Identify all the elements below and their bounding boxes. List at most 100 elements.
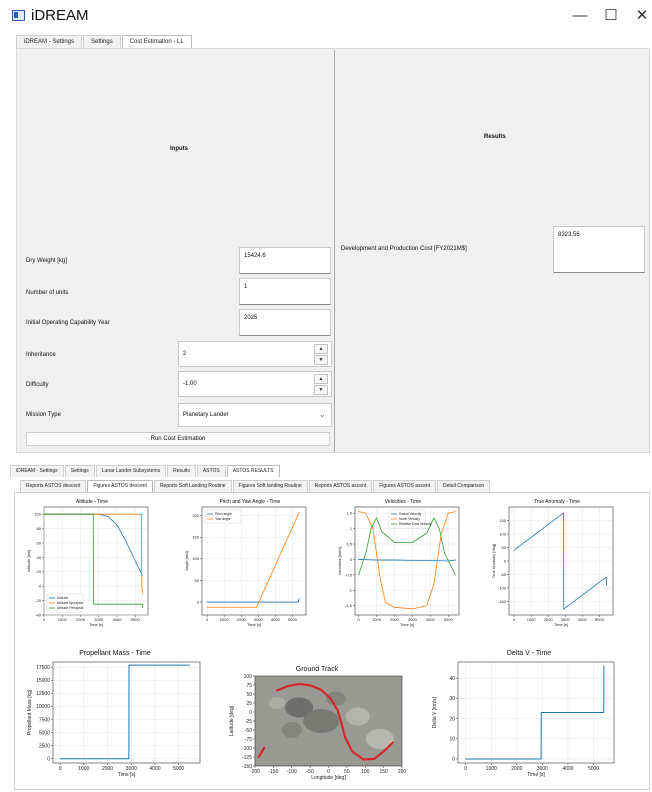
y-tick-label: 150 [499,518,506,523]
tab-figures-astos-ascent[interactable]: Figures ASTOS ascent [373,480,437,492]
x-tick-label: 150 [379,769,388,775]
map-terrain [325,691,346,706]
y-tick-label: -100 [242,746,252,752]
y-tick-label: 5000 [39,730,50,736]
run-cost-estimation-button[interactable]: Run Cost Estimation [26,432,330,446]
y-tick-label: 1.5 [346,511,352,516]
tab-reports-astos-descent[interactable]: Reports ASTOS descent [20,480,87,492]
app-icon [12,10,25,21]
x-tick-label: 0 [513,617,516,622]
series-line-0 [206,598,300,603]
cost-result-field[interactable]: 8323.56 [553,226,645,273]
legend-label: Radial Velocity [399,512,422,516]
x-tick-label: 5000 [595,617,605,622]
difficulty-up-icon[interactable]: ▲ [314,374,328,384]
y-tick-label: 1 [350,526,353,531]
results-heading: Results [484,134,506,140]
inheritance-up-icon[interactable]: ▲ [314,344,328,354]
mission-type-value: Planetary Lander [183,412,229,418]
x-axis-label: Time [s] [118,772,136,778]
legend-label: Yaw angle [215,517,231,521]
tab-reports-astos-ascent[interactable]: Reports ASTOS ascent [308,480,373,492]
y-tick-label: -100 [498,585,507,590]
tab-figures-soft-landing[interactable]: Figures Soft landing Routine [232,480,308,492]
minimize-button[interactable]: — [566,6,594,26]
x-tick-label: 2000 [76,617,86,622]
x-axis-label: Time [s] [89,622,103,627]
tab-settings-2[interactable]: Settings [64,465,95,477]
legend-label: Relative East Velocity [399,522,432,526]
altitude-chart: Altitude - Time 0 1000 2000 3000 4000 5000 -40… [22,498,162,636]
delta-v-chart: Delta V - Time 0 1000 2000 3000 4000 5000 0 10 2… [432,650,624,784]
x-tick-label: 5000 [131,617,141,622]
inheritance-down-icon[interactable]: ▼ [314,355,328,365]
y-tick-label: 40 [449,676,455,682]
true-anomaly-chart: True Anomaly - Time 0 1000 2000 3000 4000 500… [487,498,627,636]
y-tick-label: 15000 [36,678,50,684]
y-tick-label: 20 [37,569,42,574]
difficulty-down-icon[interactable]: ▼ [314,385,328,395]
x-tick-label: -200 [250,769,260,775]
tab-settings[interactable]: Settings [83,35,121,49]
ioc-year-field[interactable]: 2025 [239,309,331,336]
pitch-yaw-chart: Pitch and Yaw Angle - Time 0 1000 2000 3000… [180,498,320,636]
y-tick-label: -50 [245,728,252,734]
y-tick-label: 0 [39,584,42,589]
y-axis-label: Velocities [km/s] [337,547,342,576]
x-tick-label: 2000 [237,617,247,622]
y-tick-label: 75 [246,683,252,689]
tab-figures-astos-descent[interactable]: Figures ASTOS descent [87,480,153,492]
dry-weight-field[interactable]: 15424.6 [239,247,331,274]
difficulty-spinbox[interactable]: -1,00 ▲ ▼ [178,371,332,397]
y-tick-label: 80 [37,526,42,531]
inheritance-spinbox[interactable]: 2 ▲ ▼ [178,341,332,367]
x-tick-label: 1000 [78,766,89,772]
y-tick-label: 0 [452,757,455,763]
tab-cost-estimation[interactable]: Cost Estimation - LL [121,35,192,49]
y-tick-label: 50 [502,545,507,550]
y-tick-label: -25 [245,719,252,725]
maximize-button[interactable]: ☐ [597,6,625,26]
x-tick-label: -150 [268,769,278,775]
panel-divider[interactable] [334,50,335,452]
close-button[interactable]: ✕ [628,6,652,26]
y-tick-label: 0 [47,757,50,763]
series-line-0 [358,559,456,562]
legend-label: Pitch angle [215,512,232,516]
difficulty-value: -1,00 [183,381,197,387]
tab-results[interactable]: Results [167,465,196,477]
y-tick-label: -125 [242,755,252,761]
x-tick-label: 4000 [113,617,123,622]
tab-lunar-lander-subsystems[interactable]: Lunar Lander Subsystems [95,465,167,477]
y-tick-label: 40 [37,555,42,560]
tab-idream-settings[interactable]: iDREAM - Settings [16,35,83,49]
x-tick-label: 4000 [426,617,436,622]
tab-astos-results[interactable]: ASTOS RESULTS [226,465,280,477]
y-tick-label: -75 [245,737,252,743]
y-tick-label: -50 [500,572,507,577]
x-tick-label: 0 [357,617,360,622]
x-tick-label: 0 [59,766,62,772]
x-tick-label: -100 [287,769,297,775]
tab-idream-settings-2[interactable]: iDREAM - Settings [10,465,64,477]
y-tick-label: 10000 [36,704,50,710]
y-axis-label: Altitude [km] [26,550,31,572]
y-tick-label: 12500 [36,691,50,697]
units-field[interactable]: 1 [239,278,331,305]
y-tick-label: 50 [195,578,200,583]
tab-astos[interactable]: ASTOS [196,465,226,477]
x-tick-label: 1000 [486,766,497,772]
ioc-year-label: Initial Operating Capability Year [26,320,110,326]
x-tick-label: 4000 [578,617,588,622]
x-tick-label: 5000 [288,617,298,622]
x-tick-label: 2000 [390,617,400,622]
y-tick-label: 0 [350,557,353,562]
map-terrain [345,707,370,726]
tab-detail-comparison[interactable]: Detail Comparison [437,480,491,492]
mission-type-select[interactable]: Planetary Lander ⌄ [178,403,332,427]
y-tick-label: -1 [348,588,352,593]
x-tick-label: 4000 [562,766,573,772]
y-tick-label: 50 [246,692,252,698]
y-tick-label: -150 [242,764,252,770]
tab-reports-soft-landing[interactable]: Reports Soft Landing Routine [153,480,232,492]
